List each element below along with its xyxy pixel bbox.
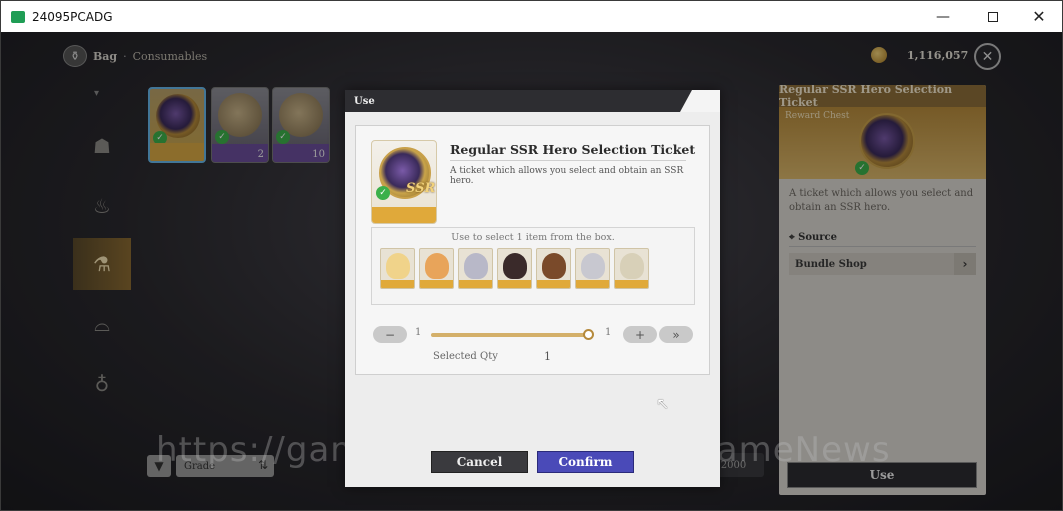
app-window: 24095PCADG — ✕ ⚱ Bag · Consumables 1,116… <box>0 0 1063 511</box>
quantity-stepper: − 1 1 + » <box>373 326 693 346</box>
hero-rarity-bar <box>498 280 531 288</box>
hero-portrait <box>620 253 644 279</box>
hero-option[interactable] <box>419 248 454 289</box>
hero-option[interactable] <box>497 248 532 289</box>
minimize-button[interactable]: — <box>920 1 966 32</box>
maximize-icon <box>988 11 998 22</box>
hero-option[interactable] <box>458 248 493 289</box>
hero-option[interactable] <box>575 248 610 289</box>
mouse-cursor-icon: ↖ <box>656 394 670 413</box>
dialog-title: Use <box>354 95 375 107</box>
dialog-header-tab <box>680 90 720 112</box>
hero-portrait <box>425 253 449 279</box>
item-description: A ticket which allows you select and obt… <box>450 166 684 186</box>
hero-rarity-bar <box>615 280 648 288</box>
hero-option[interactable] <box>614 248 649 289</box>
hero-rarity-bar <box>576 280 609 288</box>
dialog-header: Use <box>345 90 720 112</box>
hero-option[interactable] <box>536 248 571 289</box>
confirm-button[interactable]: Confirm <box>537 451 634 473</box>
hero-rarity-bar <box>537 280 570 288</box>
slider-min-value: 1 <box>415 327 422 338</box>
slider-max-value: 1 <box>605 327 612 338</box>
hero-portrait <box>464 253 488 279</box>
item-name: Regular SSR Hero Selection Ticket <box>450 142 696 157</box>
ssr-badge: SSR <box>406 181 436 196</box>
hero-rarity-bar <box>381 280 414 288</box>
slider-handle[interactable] <box>583 329 594 340</box>
cancel-button[interactable]: Cancel <box>431 451 528 473</box>
window-close-button[interactable]: ✕ <box>1016 1 1062 32</box>
item-rarity-bar <box>372 207 436 223</box>
dialog-content: SSR ✓ Regular SSR Hero Selection Ticket … <box>355 125 710 375</box>
check-icon: ✓ <box>376 186 390 200</box>
maximize-button[interactable] <box>970 1 1016 32</box>
title-bar: 24095PCADG — ✕ <box>1 1 1062 32</box>
decrease-button[interactable]: − <box>373 326 407 343</box>
selected-qty-label: Selected Qty <box>433 351 498 362</box>
max-button[interactable]: » <box>659 326 693 343</box>
hero-portrait <box>581 253 605 279</box>
hero-option[interactable] <box>380 248 415 289</box>
hero-selection-box: Use to select 1 item from the box. <box>371 227 695 305</box>
hero-portrait <box>503 253 527 279</box>
selection-instruction: Use to select 1 item from the box. <box>451 232 615 243</box>
selected-qty-value: 1 <box>544 350 551 363</box>
game-screen: ⚱ Bag · Consumables 1,116,057 ✕ ▾ ☗ ♨ ⚗ … <box>1 32 1062 510</box>
increase-button[interactable]: + <box>623 326 657 343</box>
hero-rarity-bar <box>420 280 453 288</box>
app-icon <box>11 10 25 23</box>
hero-portrait <box>542 253 566 279</box>
divider <box>450 160 686 161</box>
quantity-slider[interactable] <box>431 333 589 337</box>
hero-rarity-bar <box>459 280 492 288</box>
ticket-card: SSR ✓ <box>371 140 437 224</box>
window-title: 24095PCADG <box>32 9 113 24</box>
use-dialog: Use SSR ✓ Regular SSR Hero Selection Tic… <box>345 90 720 487</box>
hero-portrait <box>386 253 410 279</box>
